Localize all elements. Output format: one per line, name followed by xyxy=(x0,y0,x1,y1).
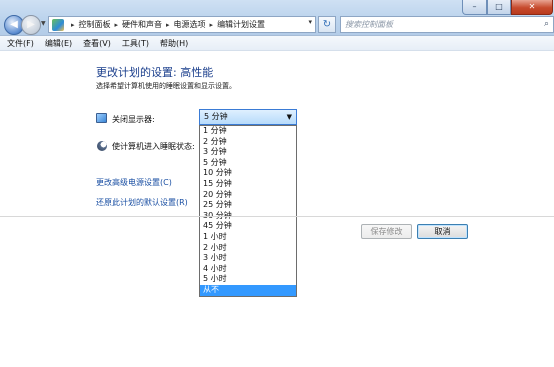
refresh-button[interactable]: ↻ xyxy=(318,16,336,33)
address-dropdown-icon[interactable]: ▾ xyxy=(308,18,312,26)
title-address-bar: – □ ✕ ◀ ▶ ▼ ▸ 控制面板 ▸ 硬件和声音 ▸ 电源选项 ▸ 编辑计划… xyxy=(0,0,554,36)
dropdown-option[interactable]: 5 小时 xyxy=(200,274,296,285)
dropdown-option[interactable]: 从不 xyxy=(200,284,296,296)
dropdown-option[interactable]: 15 分钟 xyxy=(200,179,296,190)
dropdown-option[interactable]: 25 分钟 xyxy=(200,200,296,211)
maximize-button[interactable]: □ xyxy=(487,0,511,15)
restore-defaults-link[interactable]: 还原此计划的默认设置(R) xyxy=(96,197,188,208)
breadcrumb-separator-icon[interactable]: ▸ xyxy=(166,21,170,29)
menu-edit[interactable]: 编辑(E) xyxy=(45,38,72,49)
breadcrumb-control-panel[interactable]: 控制面板 xyxy=(79,19,111,30)
breadcrumb-edit-plan[interactable]: 编辑计划设置 xyxy=(217,19,265,30)
menu-file[interactable]: 文件(F) xyxy=(7,38,34,49)
breadcrumb-separator-icon[interactable]: ▸ xyxy=(71,21,75,29)
select-value: 5 分钟 xyxy=(204,112,228,121)
dropdown-option[interactable]: 45 分钟 xyxy=(200,221,296,232)
dropdown-option[interactable]: 1 小时 xyxy=(200,232,296,243)
breadcrumb-hardware-sound[interactable]: 硬件和声音 xyxy=(122,19,162,30)
divider xyxy=(0,216,554,217)
breadcrumb-separator-icon[interactable]: ▸ xyxy=(115,21,119,29)
minimize-button[interactable]: – xyxy=(462,0,487,15)
search-placeholder: 搜索控制面板 xyxy=(345,20,393,29)
menu-help[interactable]: 帮助(H) xyxy=(160,38,188,49)
window-controls: – □ ✕ xyxy=(462,0,553,15)
sleep-moon-icon xyxy=(97,141,107,151)
sleep-label: 使计算机进入睡眠状态: xyxy=(112,142,195,151)
search-input[interactable]: 搜索控制面板 ⌕ xyxy=(340,16,554,33)
menu-view[interactable]: 查看(V) xyxy=(83,38,111,49)
dropdown-option[interactable]: 1 分钟 xyxy=(200,126,296,137)
menu-bar: 文件(F) 编辑(E) 查看(V) 工具(T) 帮助(H) xyxy=(0,36,554,51)
dropdown-option[interactable]: 10 分钟 xyxy=(200,168,296,179)
breadcrumb-power-options[interactable]: 电源选项 xyxy=(174,19,206,30)
display-timeout-select[interactable]: 5 分钟 ▼ xyxy=(199,109,297,125)
page-title: 更改计划的设置: 高性能 xyxy=(96,66,214,79)
cancel-button[interactable]: 取消 xyxy=(417,224,468,239)
chevron-down-icon[interactable]: ▼ xyxy=(287,110,292,124)
advanced-power-settings-link[interactable]: 更改高级电源设置(C) xyxy=(96,177,172,188)
close-button[interactable]: ✕ xyxy=(511,0,553,15)
dropdown-option[interactable]: 20 分钟 xyxy=(200,190,296,201)
display-timeout-options[interactable]: 1 分钟2 分钟3 分钟5 分钟10 分钟15 分钟20 分钟25 分钟30 分… xyxy=(199,125,297,297)
dropdown-option[interactable]: 3 分钟 xyxy=(200,147,296,158)
monitor-icon xyxy=(96,113,107,123)
forward-button[interactable]: ▶ xyxy=(21,15,41,35)
dropdown-option[interactable]: 4 小时 xyxy=(200,264,296,275)
address-bar[interactable]: ▸ 控制面板 ▸ 硬件和声音 ▸ 电源选项 ▸ 编辑计划设置 ▾ xyxy=(48,16,316,33)
dropdown-option[interactable]: 3 小时 xyxy=(200,253,296,264)
recent-pages-dropdown-icon[interactable]: ▼ xyxy=(41,20,46,27)
dropdown-option[interactable]: 5 分钟 xyxy=(200,158,296,169)
save-changes-button[interactable]: 保存修改 xyxy=(361,224,412,239)
control-panel-icon xyxy=(52,18,64,31)
menu-tools[interactable]: 工具(T) xyxy=(122,38,149,49)
dropdown-option[interactable]: 2 小时 xyxy=(200,243,296,254)
dropdown-option[interactable]: 2 分钟 xyxy=(200,137,296,148)
breadcrumb-separator-icon[interactable]: ▸ xyxy=(210,21,214,29)
page-subtitle: 选择希望计算机使用的睡眠设置和显示设置。 xyxy=(96,82,236,90)
turn-off-display-label: 关闭显示器: xyxy=(112,115,155,124)
search-icon[interactable]: ⌕ xyxy=(544,17,549,32)
